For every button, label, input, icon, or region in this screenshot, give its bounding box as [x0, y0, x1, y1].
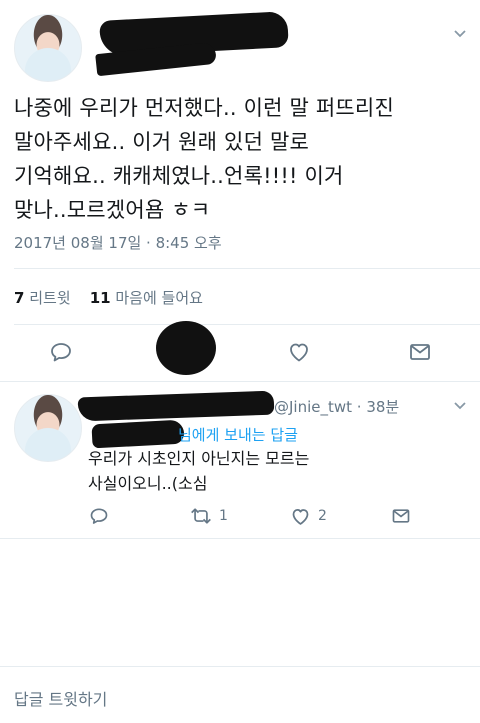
- like-label[interactable]: 마음에 들어요: [115, 289, 203, 307]
- reply-like-count[interactable]: 2: [318, 508, 327, 524]
- chevron-down-icon[interactable]: [452, 398, 468, 414]
- reply-compose-input[interactable]: 답글 트윗하기: [14, 686, 107, 710]
- reply-icon[interactable]: [49, 340, 73, 364]
- reply-text: 우리가 시초인지 아닌지는 모르는 사실이오니..(소심: [88, 446, 448, 496]
- reply-text-line: 사실이오니..(소심: [88, 474, 208, 493]
- tweet-stats: 7 리트윗 11 마음에 들어요: [14, 287, 203, 308]
- retweet-count[interactable]: 7: [14, 289, 24, 307]
- like-icon[interactable]: [287, 340, 311, 364]
- redacted-replying-to: [91, 419, 185, 449]
- retweet-icon[interactable]: [190, 506, 212, 526]
- message-icon[interactable]: [391, 506, 411, 526]
- redacted-retweet-icon: [156, 321, 216, 375]
- redacted-reply-author-name: [77, 390, 275, 422]
- divider: [0, 666, 480, 667]
- tweet-text-line: 맞나..모르겠어욤 ㅎㅋ: [14, 198, 211, 222]
- tweet-text-line: 기억해요.. 캐캐체였나..언록!!!! 이거: [14, 164, 344, 188]
- like-count[interactable]: 11: [90, 289, 111, 307]
- like-icon[interactable]: [290, 506, 311, 527]
- chevron-down-icon[interactable]: [452, 26, 468, 42]
- message-icon[interactable]: [408, 340, 432, 364]
- tweet-text: 나중에 우리가 먼저했다.. 이런 말 퍼뜨리진 말아주세요.. 이거 원래 있…: [14, 91, 470, 227]
- reply-handle-time[interactable]: @Jinie_twt · 38분: [274, 396, 399, 417]
- reply-retweet-count[interactable]: 1: [219, 508, 228, 524]
- tweet-text-line: 말아주세요.. 이거 원래 있던 말로: [14, 130, 310, 154]
- tweet-text-line: 나중에 우리가 먼저했다.. 이런 말 퍼뜨리진: [14, 96, 394, 120]
- reply-text-line: 우리가 시초인지 아닌지는 모르는: [88, 449, 310, 468]
- reply-icon[interactable]: [89, 506, 109, 526]
- tweet-timestamp[interactable]: 2017년 08월 17일 · 8:45 오후: [14, 232, 222, 253]
- author-avatar[interactable]: [14, 14, 82, 82]
- replying-to-label[interactable]: 님에게 보내는 답글: [178, 424, 298, 445]
- retweet-label[interactable]: 리트윗: [29, 289, 70, 307]
- divider: [14, 324, 480, 325]
- divider: [14, 268, 480, 269]
- reply-author-avatar[interactable]: [14, 394, 82, 462]
- divider: [0, 538, 480, 539]
- divider: [0, 381, 480, 382]
